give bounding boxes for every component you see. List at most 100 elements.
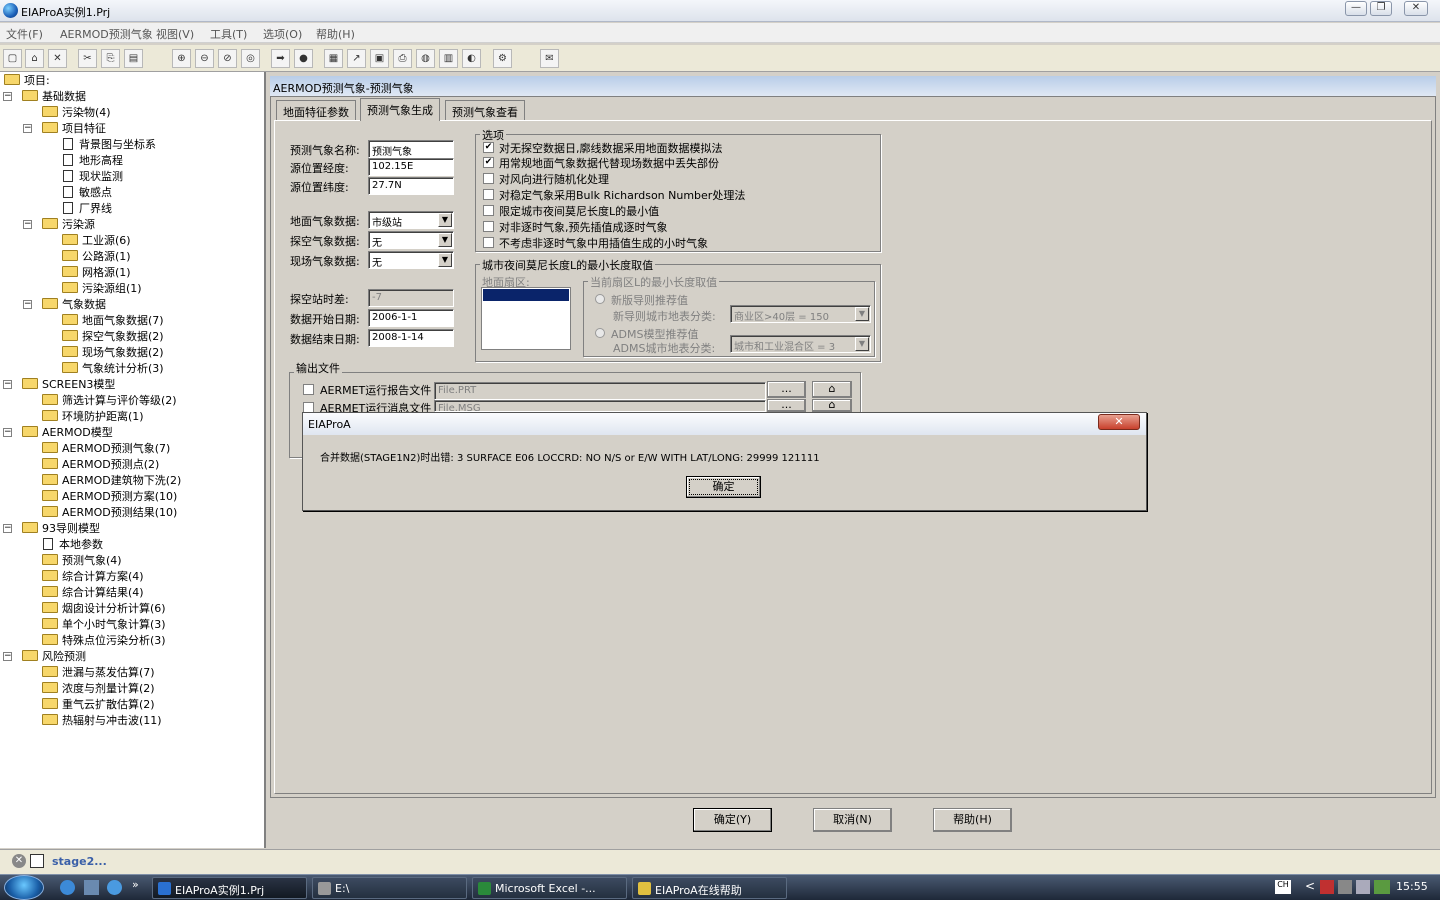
task-help[interactable]: EIAProA在线帮助	[632, 877, 787, 899]
menu-view[interactable]: 视图(V)	[156, 26, 194, 42]
new-guide-radio[interactable]	[595, 294, 605, 304]
report-checkbox[interactable]	[303, 384, 314, 395]
chart-icon[interactable]: ↗	[347, 49, 366, 68]
option-checkbox-6[interactable]	[483, 237, 494, 248]
tab-met-view[interactable]: 预测气象查看	[445, 100, 525, 120]
tree-item-basic[interactable]: − 基础数据	[3, 89, 86, 105]
task-explorer[interactable]: E:\	[312, 877, 467, 899]
tree-item-screen3[interactable]: − SCREEN3模型	[3, 377, 115, 393]
sector-list[interactable]	[481, 287, 571, 350]
tree-item-hourly[interactable]: 单个小时气象计算(3)	[42, 617, 166, 633]
ok-button[interactable]: 确定(Y)	[693, 808, 772, 832]
tab-surface-params[interactable]: 地面特征参数	[276, 100, 356, 120]
task-excel[interactable]: Microsoft Excel -...	[472, 877, 627, 899]
option-checkbox-3[interactable]	[483, 189, 494, 200]
close-circle-icon[interactable]: ✕	[12, 854, 26, 868]
arrow-right-icon[interactable]: ➡	[271, 49, 290, 68]
minimize-button[interactable]: —	[1345, 1, 1367, 16]
adms-radio[interactable]	[595, 328, 605, 338]
tree-item-aermod[interactable]: − AERMOD模型	[3, 425, 113, 441]
menu-tools[interactable]: 工具(T)	[210, 26, 247, 42]
printer-icon[interactable]: ⎙	[393, 49, 412, 68]
chevron-down-icon[interactable]: ▼	[438, 213, 452, 227]
tree-item-aermod-building[interactable]: AERMOD建筑物下洗(2)	[42, 473, 181, 489]
menu-aermod-met[interactable]: AERMOD预测气象	[60, 26, 153, 42]
tree-item-surface-met[interactable]: 地面气象数据(7)	[62, 313, 164, 329]
tree-root[interactable]: 项目:	[4, 73, 50, 89]
timezone-input[interactable]: -7	[368, 289, 454, 307]
earth-icon[interactable]: ◐	[462, 49, 481, 68]
task-eiaproa[interactable]: EIAProA实例1.Prj	[152, 877, 307, 899]
tree-item-calc-plan[interactable]: 综合计算方案(4)	[42, 569, 144, 585]
zoom-out-icon[interactable]: ⊖	[195, 49, 214, 68]
option-checkbox-0[interactable]: ✔	[483, 142, 494, 153]
globe-icon[interactable]: ◍	[416, 49, 435, 68]
longitude-input[interactable]: 102.15E	[368, 158, 454, 176]
tree-item-industrial[interactable]: 工业源(6)	[62, 233, 131, 249]
tray-app-icon[interactable]	[1320, 880, 1334, 894]
chevron-down-icon[interactable]: ▼	[438, 233, 452, 247]
chevron-down-icon[interactable]: ▼	[438, 253, 452, 267]
dialog-ok-button[interactable]: 确定	[686, 476, 761, 498]
tray-tools-icon[interactable]	[1338, 880, 1352, 894]
dialog-close-button[interactable]: ✕	[1098, 414, 1140, 430]
tree-item-leak[interactable]: 泄漏与蒸发估算(7)	[42, 665, 155, 681]
collapse-icon[interactable]: −	[3, 652, 12, 661]
tree-item-bg-map[interactable]: 背景图与坐标系	[60, 137, 156, 153]
tree-item-aermod-plan[interactable]: AERMOD预测方案(10)	[42, 489, 177, 505]
site-met-select[interactable]: 无 ▼	[368, 251, 454, 269]
tree-item-met-stats[interactable]: 气象统计分析(3)	[62, 361, 164, 377]
cancel-button[interactable]: 取消(N)	[813, 808, 892, 832]
tree-item-pollutants[interactable]: 污染物(4)	[42, 105, 111, 121]
tree-item-terrain[interactable]: 地形高程	[60, 153, 123, 169]
monitor-icon[interactable]: ▣	[370, 49, 389, 68]
close-window-button[interactable]: ✕	[1404, 1, 1428, 16]
chevron-down-icon[interactable]: ▼	[855, 307, 869, 321]
adms-class-select[interactable]: 城市和工业混合区 = 3 ▼	[730, 335, 871, 353]
settings-icon[interactable]: ⚙	[493, 49, 512, 68]
report-file-input[interactable]: File.PRT	[434, 382, 766, 400]
tree-item-screen-eval[interactable]: 筛选计算与评价等级(2)	[42, 393, 177, 409]
msg-file-input[interactable]: File.MSG	[434, 400, 766, 412]
tree-item-aermod-met[interactable]: AERMOD预测气象(7)	[42, 441, 170, 457]
dem-icon[interactable]: ▥	[439, 49, 458, 68]
collapse-icon[interactable]: −	[23, 124, 32, 133]
more-chevron-icon[interactable]: »	[132, 878, 139, 891]
report-open-icon[interactable]: ⌂	[812, 381, 852, 398]
tree-item-stack[interactable]: 烟囱设计分析计算(6)	[42, 601, 166, 617]
msg-open-icon[interactable]: ⌂	[812, 399, 852, 412]
report-browse-button[interactable]: ...	[767, 381, 806, 398]
tree-item-road[interactable]: 公路源(1)	[62, 249, 131, 265]
tab-met-generate[interactable]: 预测气象生成	[360, 98, 440, 121]
collapse-icon[interactable]: −	[3, 428, 12, 437]
surface-met-select[interactable]: 市级站 ▼	[368, 211, 454, 229]
tree-item-pred-met[interactable]: 预测气象(4)	[42, 553, 122, 569]
tree-item-project-features[interactable]: − 项目特征	[23, 121, 106, 137]
tree-item-grid-source[interactable]: 网格源(1)	[62, 265, 131, 281]
network-icon[interactable]	[1356, 880, 1370, 894]
option-checkbox-1[interactable]: ✔	[483, 157, 494, 168]
paste-icon[interactable]: ▤	[124, 49, 143, 68]
tree-item-aermod-results[interactable]: AERMOD预测结果(10)	[42, 505, 177, 521]
status-item[interactable]: stage2...	[52, 855, 107, 868]
menu-options[interactable]: 选项(O)	[263, 26, 302, 42]
zoom-all-icon[interactable]: ◎	[241, 49, 260, 68]
new-class-select[interactable]: 商业区>40层 = 150 ▼	[730, 305, 871, 323]
tree-item-dose[interactable]: 浓度与剂量计算(2)	[42, 681, 155, 697]
collapse-icon[interactable]: −	[23, 300, 32, 309]
sur-icon[interactable]: ●	[294, 49, 313, 68]
delete-icon[interactable]: ✕	[48, 49, 67, 68]
start-date-input[interactable]: 2006-1-1	[368, 309, 454, 327]
ie-icon[interactable]	[60, 880, 75, 895]
tree-item-protect-distance[interactable]: 环境防护距离(1)	[42, 409, 144, 425]
tree-item-upper-met[interactable]: 探空气象数据(2)	[62, 329, 164, 345]
option-checkbox-2[interactable]	[483, 173, 494, 184]
tree-item-special[interactable]: 特殊点位污染分析(3)	[42, 633, 166, 649]
sector-list-item[interactable]	[483, 289, 569, 301]
menu-help[interactable]: 帮助(H)	[316, 26, 355, 42]
help-button[interactable]: 帮助(H)	[933, 808, 1012, 832]
tree-item-aermod-points[interactable]: AERMOD预测点(2)	[42, 457, 159, 473]
msg-browse-button[interactable]: ...	[767, 399, 806, 412]
option-checkbox-4[interactable]	[483, 205, 494, 216]
collapse-icon[interactable]: −	[23, 220, 32, 229]
